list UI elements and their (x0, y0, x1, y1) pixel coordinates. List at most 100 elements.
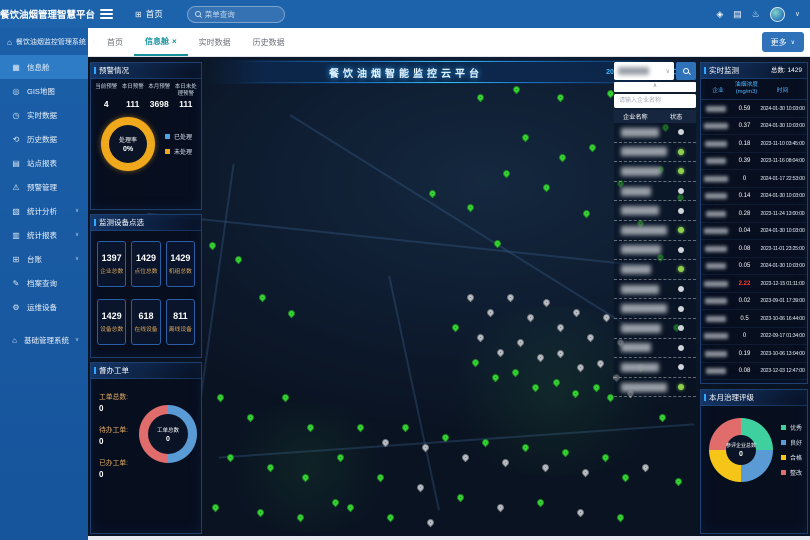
company-list-item[interactable] (614, 339, 696, 359)
map-pin[interactable] (386, 513, 396, 523)
company-list-item[interactable] (614, 378, 696, 398)
company-name-input[interactable]: 请输入企业名称 (614, 94, 696, 108)
device-stat-box[interactable]: 1429 设备总数 (97, 299, 126, 345)
map-pin[interactable] (428, 189, 438, 199)
map-pin[interactable] (456, 493, 466, 503)
map-pin[interactable] (426, 518, 436, 528)
map-pin[interactable] (466, 203, 476, 213)
tab-首页[interactable]: 首页 (96, 28, 134, 56)
realtime-table-row[interactable]: 0.08 2023-11-01 23:25:00 (701, 240, 807, 258)
realtime-table-row[interactable]: 0.02 2023-09-01 17:39:00 (701, 293, 807, 311)
company-list-item[interactable] (614, 123, 696, 143)
realtime-table-row[interactable]: 0.19 2023-10-06 13:04:00 (701, 345, 807, 363)
company-list-item[interactable] (614, 143, 696, 163)
realtime-table-row[interactable]: 0.5 2023-10-06 16:44:00 (701, 310, 807, 328)
bottom-scrollbar[interactable] (88, 536, 810, 540)
sidebar-item-site-report[interactable]: ▤ 站点报表 (0, 151, 88, 175)
company-list-item[interactable] (614, 221, 696, 241)
user-avatar[interactable] (770, 7, 785, 22)
sidebar-system-header[interactable]: ⌂ 餐饮油烟监控管理系统 ∧ (0, 28, 88, 55)
flame-icon[interactable]: ♨ (752, 9, 760, 20)
map-pin[interactable] (558, 153, 568, 163)
collapse-toggle[interactable]: ∧ (614, 82, 696, 92)
map-pin[interactable] (476, 93, 486, 103)
sidebar-item-base-system[interactable]: ⌂ 基础管理系统 ∨ (0, 328, 88, 352)
realtime-table-row[interactable]: 0 2024-01-17 22:53:00 (701, 170, 807, 188)
company-list-item[interactable] (614, 162, 696, 182)
company-list-item[interactable] (614, 319, 696, 339)
device-stat-box[interactable]: 1429 机组总数 (166, 241, 195, 287)
map-pin[interactable] (588, 143, 598, 153)
tab-信息舱[interactable]: 信息舱 × (134, 28, 188, 56)
map-pin[interactable] (576, 508, 586, 518)
realtime-table-row[interactable]: 0.04 2024-01-30 10:03:00 (701, 223, 807, 241)
company-list-item[interactable] (614, 358, 696, 378)
company-search-button[interactable] (676, 62, 696, 80)
sidebar-item-stat-analysis[interactable]: ▧ 统计分析 ∨ (0, 199, 88, 223)
tab-实时数据[interactable]: 实时数据 (188, 28, 242, 56)
device-stat-box[interactable]: 1397 企业总数 (97, 241, 126, 287)
sidebar-item-gis-map[interactable]: ◎ GIS地图 (0, 79, 88, 103)
apps-icon[interactable]: ▤ (733, 9, 742, 20)
map-pin[interactable] (486, 308, 496, 318)
realtime-table-row[interactable]: 0.59 2024-01-30 10:03:00 (701, 100, 807, 118)
company-list-item[interactable] (614, 201, 696, 221)
map-pin[interactable] (621, 473, 631, 483)
map-pin[interactable] (674, 477, 684, 487)
realtime-table-row[interactable]: 0.18 2023-11-10 03:45:00 (701, 135, 807, 153)
map-pin[interactable] (416, 483, 426, 493)
company-list-item[interactable] (614, 299, 696, 319)
realtime-table-row[interactable]: 0.14 2024-01-30 10:03:00 (701, 188, 807, 206)
map-pin[interactable] (466, 293, 476, 303)
company-list-item[interactable] (614, 182, 696, 202)
map-pin[interactable] (211, 503, 221, 513)
company-list-item[interactable] (614, 241, 696, 261)
realtime-table-row[interactable]: 0.37 2024-01-30 10:03:00 (701, 118, 807, 136)
map-pin[interactable] (461, 453, 471, 463)
map-pin[interactable] (542, 183, 552, 193)
map-pin[interactable] (401, 423, 411, 433)
area-select-dropdown[interactable]: ∨ (614, 62, 674, 80)
sidebar-item-ledger[interactable]: ⊞ 台账 ∨ (0, 247, 88, 271)
realtime-table-row[interactable]: 0.28 2023-11-24 13:00:00 (701, 205, 807, 223)
map-pin[interactable] (451, 323, 461, 333)
device-stat-box[interactable]: 1429 点位总数 (131, 241, 160, 287)
sidebar-item-device-ops[interactable]: ⚙ 运维设备 (0, 295, 88, 319)
sidebar-item-history-data[interactable]: ⟲ 历史数据 (0, 127, 88, 151)
device-stat-box[interactable]: 811 离线设备 (166, 299, 195, 345)
chevron-down-icon[interactable]: ∨ (795, 10, 800, 18)
map-pin[interactable] (616, 513, 626, 523)
realtime-table-row[interactable]: 0 2022-09-17 01:34:00 (701, 328, 807, 346)
device-stat-box[interactable]: 618 在线设备 (131, 299, 160, 345)
map-pin[interactable] (496, 503, 506, 513)
sidebar-item-warning-manage[interactable]: ⚠ 预警管理 (0, 175, 88, 199)
close-icon[interactable]: × (172, 37, 177, 46)
realtime-table-row[interactable]: 0.05 2024-01-30 10:03:00 (701, 258, 807, 276)
map-pin[interactable] (258, 293, 268, 303)
tab-历史数据[interactable]: 历史数据 (242, 28, 296, 56)
menu-search-input[interactable]: 菜单查询 (187, 6, 285, 23)
map-pin[interactable] (234, 255, 244, 265)
more-button[interactable]: 更多 ∨ (762, 32, 804, 52)
map-pin[interactable] (287, 309, 297, 319)
sidebar-item-archive-query[interactable]: ✎ 档案查询 (0, 271, 88, 295)
topbar-home-link[interactable]: ⊞ 首页 (135, 8, 163, 20)
map-pin[interactable] (208, 241, 218, 251)
realtime-table-row[interactable]: 0.39 2023-11-16 08:04:00 (701, 153, 807, 171)
sidebar-item-realtime-data[interactable]: ◷ 实时数据 (0, 103, 88, 127)
map-pin[interactable] (536, 498, 546, 508)
map-pin[interactable] (506, 293, 516, 303)
company-list-item[interactable] (614, 260, 696, 280)
map-pin[interactable] (521, 133, 531, 143)
realtime-table-row[interactable]: 2.22 2023-12-15 01:11:00 (701, 275, 807, 293)
sidebar-item-stat-report[interactable]: ▥ 统计报表 ∨ (0, 223, 88, 247)
map-pin[interactable] (216, 393, 226, 403)
realtime-table-row[interactable]: 0.08 2023-12-03 12:47:00 (701, 363, 807, 381)
hamburger-menu-icon[interactable] (100, 7, 113, 21)
map-pin[interactable] (512, 85, 522, 95)
map-pin[interactable] (556, 93, 566, 103)
map-pin[interactable] (502, 169, 512, 179)
theme-icon[interactable]: ◈ (716, 9, 723, 20)
map-pin[interactable] (421, 443, 431, 453)
map-pin[interactable] (582, 209, 592, 219)
